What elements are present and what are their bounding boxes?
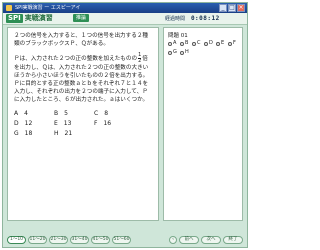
answer-options: A4 B5 C8 D 12 E 13 F 16 G 18 H 21 xyxy=(14,110,152,138)
timer-value: 0:08:12 xyxy=(190,15,220,22)
answer-panel: 問題 01 A B C D E F G H xyxy=(163,27,243,221)
end-button[interactable]: 終了 xyxy=(223,236,243,244)
choice-f[interactable]: F xyxy=(228,40,240,47)
prev-label-button[interactable]: 前へ xyxy=(179,236,199,244)
choice-g[interactable]: G xyxy=(168,49,180,56)
tab-31-40[interactable]: 31〜40 xyxy=(70,236,89,244)
para2-post: 倍を出力し、Ｑは、入力された２つの正の整数の大きいほうから小さいほうを引いたもの… xyxy=(14,56,149,103)
maximize-button[interactable]: □ xyxy=(228,4,236,12)
choice-c[interactable]: C xyxy=(192,40,204,47)
logo-badge: SPI xyxy=(6,14,23,23)
prev-button[interactable]: ‹ xyxy=(169,236,177,244)
tab-41-50[interactable]: 41〜50 xyxy=(91,236,110,244)
tab-11-20[interactable]: 11〜20 xyxy=(28,236,47,244)
radio-icon[interactable] xyxy=(168,50,172,55)
radio-icon[interactable] xyxy=(204,41,208,46)
question-panel: ２つの信号を入力すると、１つの信号を出力する２種類のブラックボックスＰ、Ｑがある… xyxy=(7,27,159,221)
app-icon xyxy=(6,5,12,11)
option-c: C8 xyxy=(94,110,109,117)
tab-1-10[interactable]: 1〜10 xyxy=(7,236,26,244)
logo: SPI 実戦演習 xyxy=(6,14,53,23)
para2-pre: Ｐは、入力された２つの正の整数を加えたものの xyxy=(14,56,138,62)
option-h: H 21 xyxy=(54,130,73,137)
tab-51-60[interactable]: 51〜60 xyxy=(112,236,131,244)
fraction-half: 12 xyxy=(138,52,142,64)
next-button[interactable]: 次へ xyxy=(201,236,221,244)
option-e: E 13 xyxy=(54,120,72,127)
radio-icon[interactable] xyxy=(192,41,196,46)
action-buttons: ‹ 前へ 次へ 終了 xyxy=(169,236,243,244)
window-title: SPI実戦演習 ー エスピーアイ xyxy=(15,5,81,11)
close-button[interactable]: × xyxy=(237,4,245,12)
answer-choices: A B C D E F G H xyxy=(168,40,240,56)
page-tabs: 1〜10 11〜20 21〜30 31〜40 41〜50 51〜60 xyxy=(7,236,131,244)
app-window: SPI実戦演習 ー エスピーアイ _ □ × SPI 実戦演習 推論 経過時間 … xyxy=(2,2,248,248)
choice-d[interactable]: D xyxy=(204,40,216,47)
question-para-2: Ｐは、入力された２つの正の整数を加えたものの 1 2 倍を出力し、Ｑは、入力された２つ… xyxy=(14,53,152,104)
window-controls: _ □ × xyxy=(219,4,245,12)
choice-b[interactable]: B xyxy=(180,40,192,47)
choice-a[interactable]: A xyxy=(168,40,180,47)
choice-h[interactable]: H xyxy=(180,49,192,56)
option-f: F 16 xyxy=(94,120,112,127)
option-g: G 18 xyxy=(14,130,33,137)
minimize-button[interactable]: _ xyxy=(219,4,227,12)
elapsed-timer: 経過時間 0:08:12 xyxy=(165,15,243,23)
title-bar: SPI実戦演習 ー エスピーアイ _ □ × xyxy=(3,3,247,13)
radio-icon[interactable] xyxy=(180,50,184,55)
radio-icon[interactable] xyxy=(216,41,220,46)
question-number: 問題 01 xyxy=(168,33,188,39)
tab-21-30[interactable]: 21〜30 xyxy=(49,236,68,244)
logo-text: 実戦演習 xyxy=(24,14,53,22)
choice-e[interactable]: E xyxy=(216,40,228,47)
option-a: A4 xyxy=(14,110,28,117)
question-para-1: ２つの信号を入力すると、１つの信号を出力する２種類のブラックボックスＰ、Ｑがある… xyxy=(14,33,149,47)
option-d: D 12 xyxy=(14,120,33,127)
option-b: B5 xyxy=(54,110,68,117)
category-badge: 推論 xyxy=(73,14,90,22)
radio-icon[interactable] xyxy=(168,41,172,46)
timer-label: 経過時間 xyxy=(165,16,186,22)
radio-icon[interactable] xyxy=(228,41,232,46)
radio-icon[interactable] xyxy=(180,41,184,46)
